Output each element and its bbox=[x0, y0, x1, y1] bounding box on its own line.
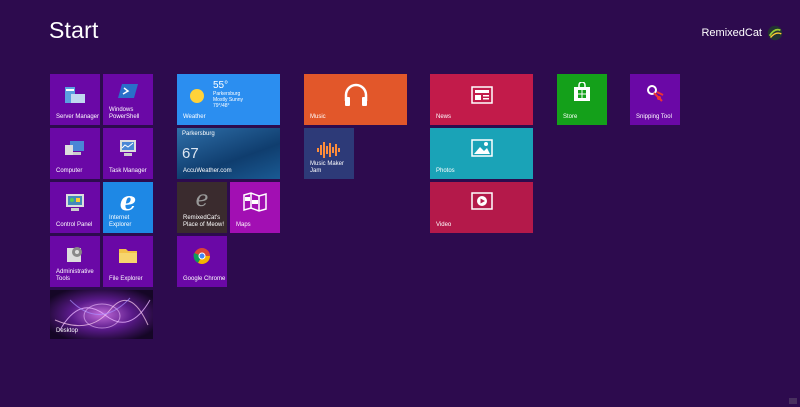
tile-label: Desktop bbox=[56, 328, 79, 334]
tile-google-chrome[interactable]: Google Chrome bbox=[177, 236, 227, 287]
tile-label: Snipping Tool bbox=[636, 114, 672, 120]
start-title: Start bbox=[49, 17, 99, 43]
tile-label: Music bbox=[310, 114, 326, 120]
tile-label: Store bbox=[563, 114, 578, 120]
sun-icon bbox=[190, 89, 204, 103]
tile-label: AccuWeather.com bbox=[183, 168, 232, 174]
tile-task-manager[interactable]: Task Manager bbox=[103, 128, 153, 179]
weather-range: 79°/48° bbox=[213, 103, 230, 109]
computer-icon bbox=[64, 139, 86, 159]
headphones-icon bbox=[344, 83, 368, 106]
tile-label: Computer bbox=[56, 168, 83, 174]
tile-label: Google Chrome bbox=[183, 276, 226, 282]
waveform-icon bbox=[317, 142, 340, 158]
tile-label: Internet Explorer bbox=[109, 215, 132, 228]
accuweather-temp: 67 bbox=[182, 145, 199, 162]
tile-weather[interactable]: 55° Parkersburg Mostly Sunny 79°/48° Wea… bbox=[177, 74, 280, 125]
tile-file-explorer[interactable]: File Explorer bbox=[103, 236, 153, 287]
tile-label: Administrative Tools bbox=[56, 269, 94, 282]
server-manager-icon bbox=[62, 84, 88, 106]
scissors-icon bbox=[647, 85, 664, 102]
tile-store[interactable]: Store bbox=[557, 74, 607, 125]
store-bag-icon bbox=[574, 82, 590, 101]
tile-internet-explorer[interactable]: e Internet Explorer bbox=[103, 182, 153, 233]
weather-details: Parkersburg Mostly Sunny 79°/48° bbox=[213, 91, 243, 109]
tile-label: RemixedCat's Place of Meow! bbox=[183, 215, 225, 228]
photo-icon bbox=[471, 139, 493, 157]
tile-maps[interactable]: Maps bbox=[230, 182, 280, 233]
tile-photos[interactable]: Photos bbox=[430, 128, 533, 179]
tile-label: File Explorer bbox=[109, 276, 143, 282]
tile-label: Maps bbox=[236, 222, 251, 228]
accuweather-city: Parkersburg bbox=[182, 131, 215, 137]
tile-label: Music Maker Jam bbox=[310, 161, 345, 174]
ie-icon: e bbox=[195, 186, 209, 212]
avatar bbox=[767, 25, 783, 41]
user-account[interactable]: RemixedCat bbox=[701, 24, 784, 42]
task-manager-icon bbox=[117, 138, 139, 158]
tile-video[interactable]: Video bbox=[430, 182, 533, 233]
tile-music-maker-jam[interactable]: Music Maker Jam bbox=[304, 128, 354, 179]
tile-music[interactable]: Music bbox=[304, 74, 407, 125]
tile-label: Control Panel bbox=[56, 222, 93, 228]
internet-explorer-icon: e bbox=[119, 187, 137, 217]
tile-control-panel[interactable]: Control Panel bbox=[50, 182, 100, 233]
tile-label: Video bbox=[436, 222, 452, 228]
tile-administrative-tools[interactable]: Administrative Tools bbox=[50, 236, 100, 287]
tile-news[interactable]: News bbox=[430, 74, 533, 125]
map-icon bbox=[242, 191, 268, 213]
tile-label: Windows PowerShell bbox=[109, 107, 140, 120]
tile-accuweather[interactable]: Parkersburg 67 AccuWeather.com bbox=[177, 128, 280, 179]
news-icon bbox=[471, 86, 493, 104]
tile-label: Task Manager bbox=[109, 168, 147, 174]
tile-label: Weather bbox=[183, 114, 206, 120]
tile-windows-powershell[interactable]: Windows PowerShell bbox=[103, 74, 153, 125]
tile-desktop[interactable]: Desktop bbox=[50, 290, 153, 339]
powershell-icon bbox=[117, 82, 139, 100]
folder-icon bbox=[118, 245, 138, 265]
chrome-icon bbox=[193, 248, 210, 264]
video-icon bbox=[471, 192, 493, 210]
tile-server-manager[interactable]: Server Manager bbox=[50, 74, 100, 125]
tile-label: Photos bbox=[436, 168, 455, 174]
control-panel-icon bbox=[64, 192, 86, 212]
tile-label: Server Manager bbox=[56, 114, 100, 120]
tile-computer[interactable]: Computer bbox=[50, 128, 100, 179]
weather-temp: 55° bbox=[213, 80, 229, 91]
zoom-button[interactable] bbox=[789, 398, 797, 404]
admin-tools-icon bbox=[65, 244, 85, 264]
tile-label: News bbox=[436, 114, 452, 120]
user-name: RemixedCat bbox=[701, 27, 762, 39]
tile-snipping-tool[interactable]: Snipping Tool bbox=[630, 74, 680, 125]
tile-remixedcat-place[interactable]: e RemixedCat's Place of Meow! bbox=[177, 182, 227, 233]
